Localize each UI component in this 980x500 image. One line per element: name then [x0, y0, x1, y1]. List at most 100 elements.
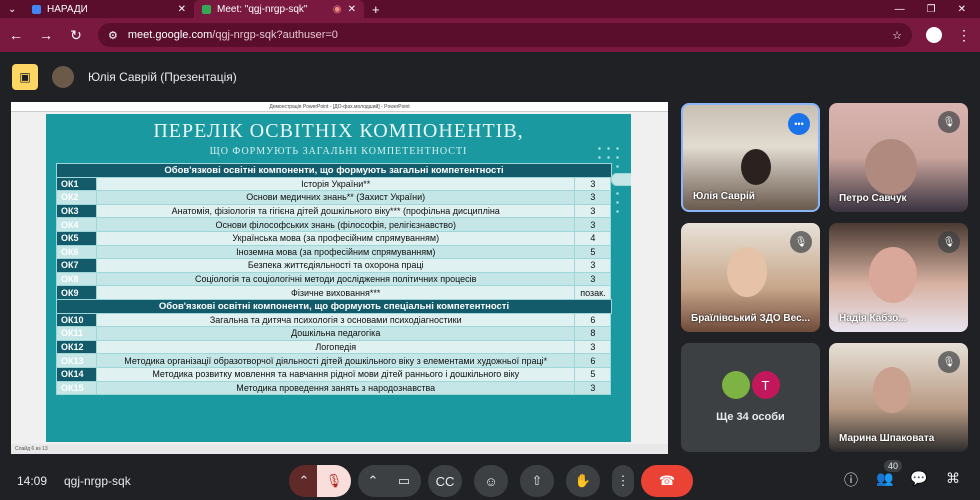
cell-code: ОК6	[56, 244, 97, 260]
avatar	[727, 247, 767, 297]
table-row: ОК12Логопедія3Залік	[56, 172, 631, 355]
activities-icon[interactable]: ⌘	[942, 470, 964, 487]
others-tile[interactable]: T Ще 34 особи	[681, 343, 820, 452]
section-header: Обов'язкові освітні компоненти, що форму…	[56, 163, 612, 178]
tab-meet[interactable]: Meet: "qgj-nrgp-sqk" ◉ ✕	[194, 0, 364, 18]
more-options-button[interactable]: ⋮	[612, 465, 634, 497]
table-row: ОК5 Українська мова (за професійним спрям…	[56, 172, 631, 246]
cell-code: ОК10	[56, 312, 97, 328]
raise-hand-button[interactable]: ✋	[566, 465, 600, 497]
captions-button[interactable]: CC	[428, 465, 462, 497]
cell-name: Загальна та дитяча психологія з основами…	[95, 312, 576, 328]
cell-name: Анатомія, фізіологія та гігієна дітей до…	[95, 203, 576, 219]
cell-name: Методика організації образотворчої діяль…	[95, 353, 576, 368]
cell-code: ОК13	[56, 353, 97, 368]
cell-name: Соціологія та соціологічні методи дослід…	[95, 271, 576, 287]
tab-list-button[interactable]: ⌄	[0, 0, 24, 18]
cell-code: ОК7	[56, 258, 97, 273]
cell-code: ОК3	[56, 203, 97, 219]
cell-credits: позак.	[574, 285, 612, 300]
meet-presenter-bar: ▣ Юлія Саврій (Презентація)	[0, 52, 980, 102]
chat-icon[interactable]: 💬	[908, 470, 930, 487]
browser-tab-bar: ⌄ НАРАДИ ✕ Meet: "qgj-nrgp-sqk" ◉ ✕ + — …	[0, 0, 980, 18]
table-row: ОК14 Методика розвитку мовлення та навчан…	[56, 172, 631, 382]
participants-count-badge: 40	[884, 460, 903, 472]
cell-credits: 3	[574, 271, 612, 287]
cell-name: Методика розвитку мовлення та навчання р…	[95, 366, 576, 382]
close-icon[interactable]: ✕	[178, 4, 186, 15]
tab-title: Meet: "qgj-nrgp-sqk"	[217, 3, 308, 15]
address-bar: ← → ↻ ⚙ meet.google.com/qgj-nrgp-sqk?aut…	[0, 18, 980, 52]
back-icon[interactable]: ←	[8, 27, 24, 43]
bookmark-star-icon[interactable]: ☆	[892, 29, 902, 42]
menu-kebab-icon[interactable]: ⋮	[956, 27, 972, 44]
mic-off-icon: 🎙	[938, 231, 960, 253]
cell-credits: 4	[574, 230, 612, 246]
end-call-button[interactable]: ☎	[641, 465, 693, 497]
avatar	[52, 66, 74, 88]
cell-credits: 6	[574, 312, 612, 328]
table-row: ОК4 Основи філософських знань (філософія,…	[56, 172, 631, 232]
presenter-name: Юлія Саврій (Презентація)	[88, 70, 237, 84]
participant-name: Марина Шпаковата	[839, 433, 935, 444]
table-row: ОК9Фізичне виховання***позак. Залік	[56, 172, 631, 300]
slide-subtitle: ЩО ФОРМУЮТЬ ЗАГАЛЬНІ КОМПЕТЕНТНОСТІ	[209, 146, 468, 157]
table-row: ОК8 Соціологія та соціологічні методи дос…	[56, 172, 631, 287]
camera-toggle-button[interactable]: ▭	[387, 465, 421, 497]
presentation-icon[interactable]: ▣	[12, 64, 38, 90]
slide-title: ПЕРЕЛІК ОСВІТНІХ КОМПОНЕНТІВ,	[153, 120, 524, 142]
table-row: ОК10 Загальна та дитяча психологія з осно…	[56, 172, 631, 328]
cell-code: ОК12	[56, 339, 97, 355]
cell-credits: 3	[574, 339, 612, 355]
close-icon[interactable]: ✕	[348, 4, 356, 15]
people-icon[interactable]: 👥	[874, 470, 896, 487]
others-avatars: T	[681, 371, 820, 399]
avatar	[869, 247, 917, 303]
restore-icon[interactable]: ❐	[927, 4, 936, 15]
table-row: ОК13 Методика організації образотворчої д…	[56, 172, 631, 368]
table-row: ОК3 Анатомія, фізіологія та гігієна дітей…	[56, 172, 631, 219]
participant-tile[interactable]: ••• Юлія Саврій	[681, 103, 820, 212]
participant-tile[interactable]: 🎙 Браїлівський ЗДО Вес...	[681, 223, 820, 332]
participant-name: Петро Савчук	[839, 193, 907, 204]
table-row: ОК1Історія України**3Екзамен	[56, 172, 631, 192]
reload-icon[interactable]: ↻	[68, 27, 84, 44]
cell-code: ОК9	[56, 285, 97, 300]
participant-name: Надія Кабзо...	[839, 313, 907, 324]
cell-name: Дошкільна педагогіка	[95, 326, 576, 341]
cell-credits: 5	[574, 366, 612, 382]
minimize-icon[interactable]: —	[895, 4, 905, 15]
cell-credits: 8	[574, 326, 612, 341]
profile-avatar[interactable]	[926, 27, 942, 43]
mic-off-icon: 🎙	[938, 111, 960, 133]
camera-options-button[interactable]: ⌃	[358, 465, 388, 497]
cell-credits: 3	[574, 380, 612, 396]
section-header: Обов'язкові освітні компоненти, що форму…	[56, 298, 612, 314]
tab-naradi[interactable]: НАРАДИ ✕	[24, 0, 194, 18]
emoji-button[interactable]: ☺	[474, 465, 508, 497]
participant-tile[interactable]: 🎙 Марина Шпаковата	[829, 343, 968, 452]
new-tab-button[interactable]: +	[364, 0, 388, 18]
cell-name: Основи філософських знань (філософія, ре…	[95, 217, 576, 232]
info-icon[interactable]: ⓘ	[840, 470, 862, 490]
mic-off-icon: 🎙	[790, 231, 812, 253]
cell-name: Фізичне виховання***	[95, 285, 576, 300]
slide: ПЕРЕЛІК ОСВІТНІХ КОМПОНЕНТІВ, ЩО ФОРМУЮТ…	[46, 114, 631, 442]
participant-tile[interactable]: 🎙 Надія Кабзо...	[829, 223, 968, 332]
site-info-icon[interactable]: ⚙	[108, 29, 118, 42]
mic-options-button[interactable]: ⌃	[289, 465, 319, 497]
mic-toggle-button[interactable]: 🎙	[317, 465, 351, 497]
cell-code: ОК8	[56, 271, 97, 287]
forward-icon[interactable]: →	[38, 27, 54, 43]
url-host: meet.google.com	[127, 29, 213, 41]
avatar	[873, 367, 911, 413]
shared-screen: Демонстрація PowerPoint - [ДО-фах.молодш…	[11, 102, 668, 454]
participant-name: Юлія Саврій	[693, 191, 755, 202]
participant-tile[interactable]: 🎙 Петро Савчук	[829, 103, 968, 212]
cell-control: Залік	[611, 172, 631, 187]
others-count-label: Ще 34 особи	[716, 411, 785, 423]
present-button[interactable]: ⇧	[520, 465, 554, 497]
close-window-icon[interactable]: ✕	[958, 4, 966, 15]
url-field[interactable]: ⚙ meet.google.com/qgj-nrgp-sqk?authuser=…	[98, 23, 912, 47]
cell-code: ОК14	[56, 366, 97, 382]
